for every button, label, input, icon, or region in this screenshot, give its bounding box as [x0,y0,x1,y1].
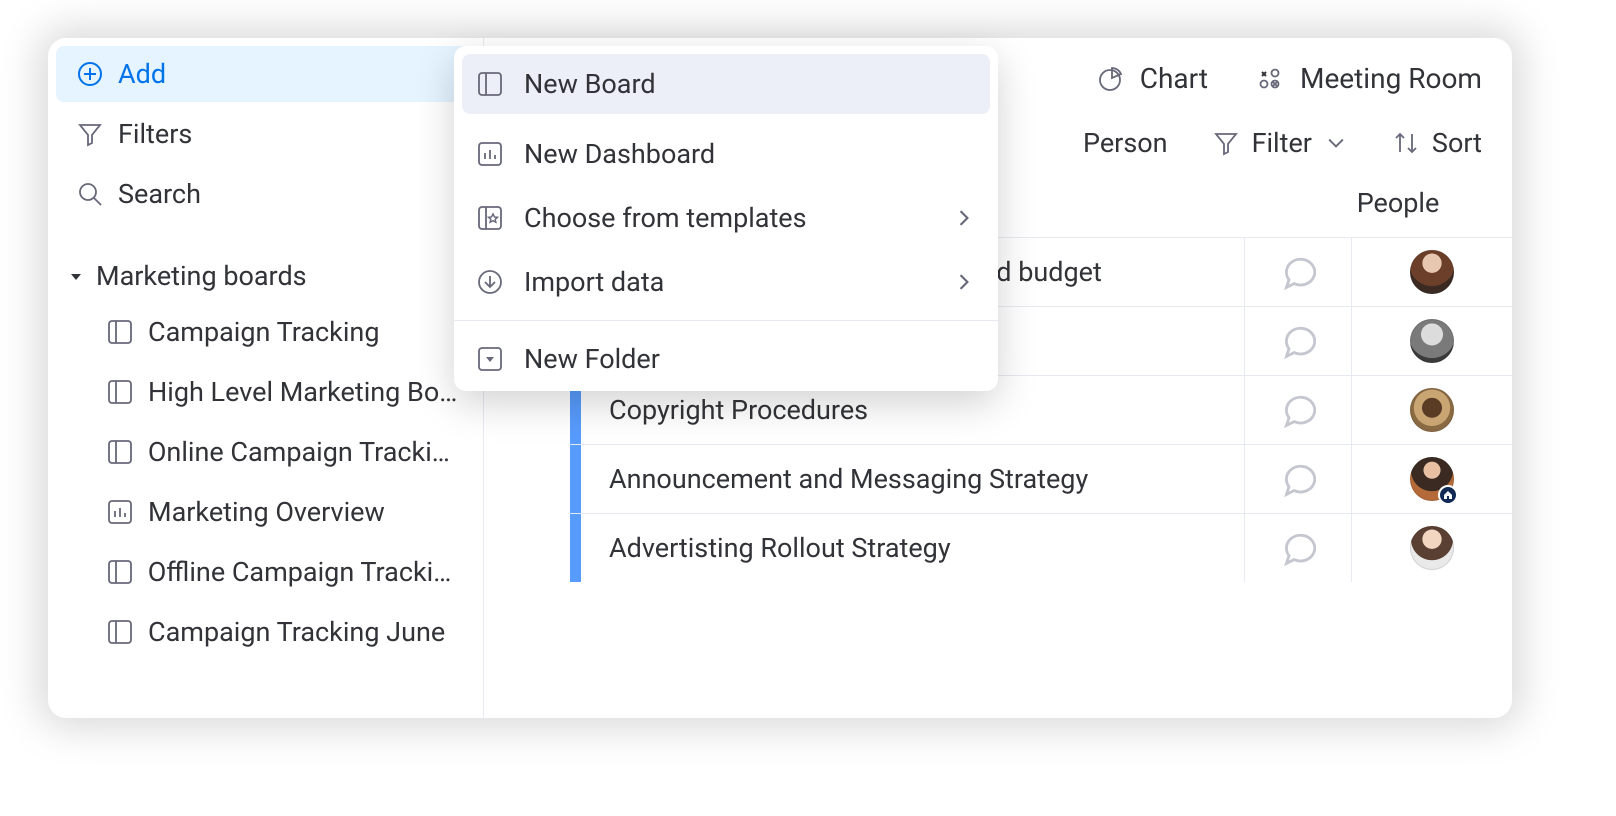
row-color-bar [570,445,581,513]
person-label: Person [1083,127,1168,159]
board-icon [476,70,504,98]
avatar [1410,388,1454,432]
template-icon [476,204,504,232]
menu-item-templates[interactable]: Choose from templates [454,186,998,250]
board-icon [106,318,134,346]
tab-chart[interactable]: Chart [1096,62,1208,95]
task-name: Advertisting Rollout Strategy [581,532,1244,564]
chat-icon [1280,530,1316,566]
people-cell[interactable] [1352,238,1512,306]
chevron-right-icon [952,270,976,294]
sidebar-board-item[interactable]: Offline Campaign Trackin… [48,542,483,602]
task-row[interactable]: Advertisting Rollout Strategy [570,513,1512,582]
people-cell[interactable] [1352,445,1512,513]
pie-chart-icon [1096,64,1126,94]
people-cell[interactable] [1352,307,1512,375]
tab-meeting-room[interactable]: Meeting Room [1256,62,1482,95]
sidebar-group-marketing[interactable]: Marketing boards [48,250,483,302]
menu-item-label: New Dashboard [524,138,715,170]
add-label: Add [118,58,166,90]
board-label: High Level Marketing Bo… [148,376,457,408]
dashboard-icon [476,140,504,168]
menu-item-label: Import data [524,266,664,298]
board-label: Campaign Tracking June [148,616,445,648]
person-filter-button[interactable]: Person [1083,127,1168,159]
avatar [1410,319,1454,363]
sidebar-board-item[interactable]: Campaign Tracking [48,302,483,362]
chat-cell[interactable] [1244,514,1352,582]
menu-item-label: New Board [524,68,656,100]
chat-cell[interactable] [1244,238,1352,306]
sort-icon [1392,129,1420,157]
funnel-icon [76,120,104,148]
people-cell[interactable] [1352,376,1512,444]
tab-meeting-room-label: Meeting Room [1300,62,1482,95]
chat-icon [1280,254,1316,290]
board-icon [106,378,134,406]
caret-down-icon [66,266,86,286]
sidebar: Add Filters Search Marketing boards Camp… [48,38,484,718]
filter-button[interactable]: Filter [1212,127,1348,159]
filter-label: Filter [1252,127,1312,159]
meeting-room-icon [1256,64,1286,94]
board-label: Campaign Tracking [148,316,379,348]
sidebar-board-item[interactable]: Campaign Tracking June [48,602,483,662]
sidebar-board-item[interactable]: High Level Marketing Bo… [48,362,483,422]
avatar [1410,250,1454,294]
dashboard-icon [106,498,134,526]
menu-item-new-dashboard[interactable]: New Dashboard [454,122,998,186]
tab-chart-label: Chart [1140,62,1208,95]
board-list: Campaign Tracking High Level Marketing B… [48,302,483,662]
chevron-right-icon [952,206,976,230]
filters-label: Filters [118,118,192,150]
menu-item-new-board[interactable]: New Board [462,54,990,114]
search-icon [76,180,104,208]
task-name: Announcement and Messaging Strategy [581,463,1244,495]
avatar [1410,526,1454,570]
board-icon [106,618,134,646]
board-label: Online Campaign Trackin… [148,436,463,468]
menu-item-new-folder[interactable]: New Folder [454,327,998,391]
sidebar-group-title: Marketing boards [96,260,307,292]
chat-cell[interactable] [1244,445,1352,513]
chat-icon [1280,392,1316,428]
chat-icon [1280,323,1316,359]
search-button[interactable]: Search [56,166,475,222]
filters-button[interactable]: Filters [56,106,475,162]
board-icon [106,558,134,586]
menu-item-import-data[interactable]: Import data [454,250,998,314]
funnel-icon [1212,129,1240,157]
row-color-bar [570,514,581,582]
menu-divider [454,320,998,321]
chat-cell[interactable] [1244,376,1352,444]
home-badge-icon [1438,485,1458,505]
avatar [1410,457,1454,501]
people-header-label: People [1318,187,1478,219]
task-row[interactable]: Announcement and Messaging Strategy [570,444,1512,513]
sidebar-board-item[interactable]: Marketing Overview [48,482,483,542]
sort-label: Sort [1432,127,1482,159]
board-icon [106,438,134,466]
chevron-down-icon [1324,131,1348,155]
people-cell[interactable] [1352,514,1512,582]
folder-icon [476,345,504,373]
sort-button[interactable]: Sort [1392,127,1482,159]
add-dropdown-menu: New Board New Dashboard Choose from temp… [454,46,998,391]
menu-item-label: New Folder [524,343,660,375]
board-label: Marketing Overview [148,496,385,528]
chat-cell[interactable] [1244,307,1352,375]
chat-icon [1280,461,1316,497]
plus-circle-icon [76,60,104,88]
import-icon [476,268,504,296]
add-button[interactable]: Add [56,46,475,102]
task-name: Copyright Procedures [581,394,1244,426]
search-label: Search [118,178,201,210]
board-label: Offline Campaign Trackin… [148,556,463,588]
sidebar-board-item[interactable]: Online Campaign Trackin… [48,422,483,482]
menu-item-label: Choose from templates [524,202,807,234]
